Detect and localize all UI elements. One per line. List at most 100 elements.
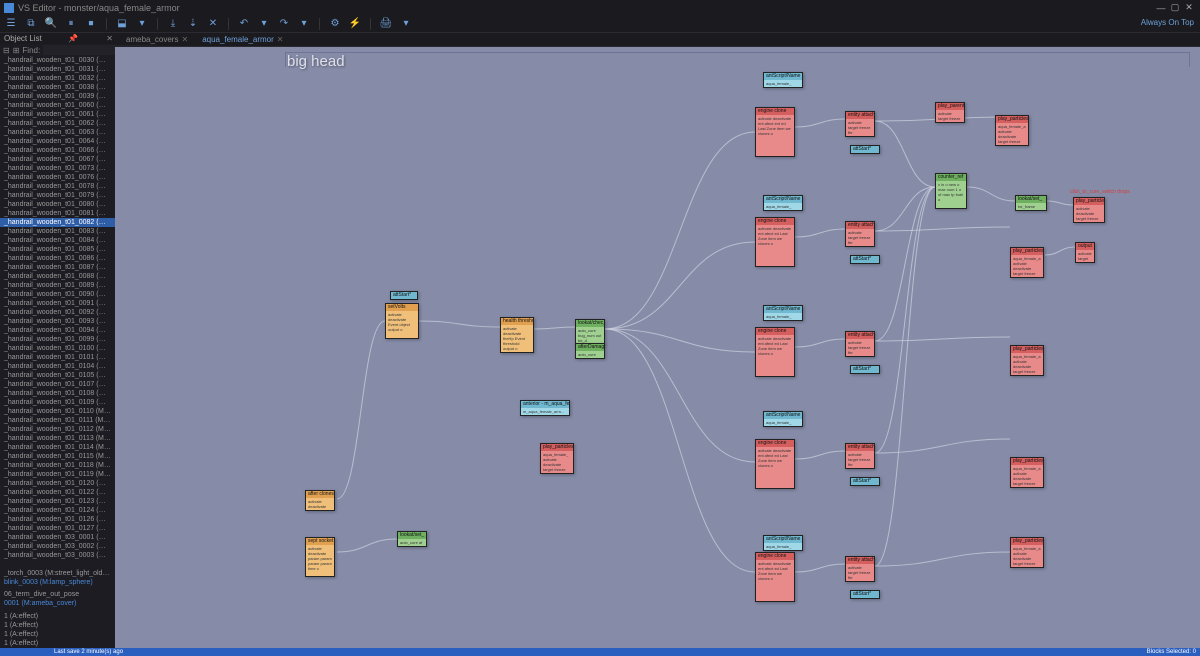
object-item[interactable]: _handrail_wooden_t01_0110 (M:wood... [0, 407, 115, 416]
object-item[interactable]: _torch_0003 (M:street_light_old_02) [0, 569, 115, 578]
object-item[interactable]: _handrail_wooden_t01_0108 (M:wood... [0, 389, 115, 398]
object-item[interactable]: _handrail_wooden_t01_0126 (M:wood... [0, 515, 115, 524]
toolbar-button[interactable]: ⏸ [64, 17, 78, 31]
object-item[interactable]: _handrail_wooden_t01_0078 (M:wood... [0, 182, 115, 191]
graph-node[interactable]: play_particlesaqua_female_a activate dea… [1010, 537, 1044, 568]
object-item[interactable]: _handrail_wooden_t01_0064 (M:wood... [0, 137, 115, 146]
object-item[interactable]: _handrail_wooden_t01_0030 (M:box_l) [0, 56, 115, 65]
graph-node[interactable]: engine cloneactivate deactivate ent afec… [755, 327, 795, 377]
object-item[interactable]: _handrail_wooden_t01_0109 (M:wood... [0, 398, 115, 407]
graph-node[interactable]: health thresholdactivate deactivate theH… [500, 317, 534, 353]
graph-node[interactable]: attStart* [850, 477, 880, 486]
object-item[interactable]: 06_term_dive_out_pose [0, 590, 115, 599]
graph-node[interactable]: attStart* [390, 291, 418, 300]
graph-node[interactable]: antScript/Nameaqua_female_ [763, 195, 803, 211]
object-item[interactable]: _handrail_wooden_t01_0104 (M:wood... [0, 362, 115, 371]
object-item[interactable]: _handrail_wooden_t01_0086 (M:wood... [0, 254, 115, 263]
object-item[interactable]: _handrail_wooden_t01_0113 (M:wood... [0, 434, 115, 443]
object-item-effect[interactable]: 1 (A:effect) [0, 621, 115, 630]
toolbar-button[interactable]: ⧉ [24, 17, 38, 31]
object-item-effect[interactable]: 1 (A:effect) [0, 639, 115, 648]
graph-node[interactable]: lookat/set_for_frame [1015, 195, 1047, 211]
graph-node[interactable]: entity attachactivate target freeze fbr [845, 331, 875, 357]
graph-node[interactable]: anterior - m_aqua_femal...m_aqua_female_… [520, 400, 570, 416]
object-item[interactable]: _handrail_wooden_t01_0090 (M:wood... [0, 290, 115, 299]
toolbar-button[interactable]: ☰ [4, 17, 18, 31]
tab-close-icon[interactable]: ✕ [277, 35, 284, 44]
expand-icon[interactable]: ⊞ [13, 46, 20, 55]
graph-node[interactable]: play_particlesaqua_female_a activate dea… [995, 115, 1029, 146]
object-item[interactable]: _handrail_wooden_t01_0112 (M:wood... [0, 425, 115, 434]
graph-node[interactable]: attStart* [850, 590, 880, 599]
toolbar-button[interactable]: ⇣ [186, 17, 200, 31]
graph-node[interactable]: lookat/set_auto_cure af [397, 531, 427, 547]
graph-node[interactable]: lookat/chec_auto_cure bug_num out be_d [575, 319, 605, 345]
object-item-link[interactable]: 0001 (M:ameba_cover) [0, 599, 115, 608]
collapse-icon[interactable]: ⊟ [3, 46, 10, 55]
graph-node[interactable]: play_particlesactivate deactivate target… [1073, 197, 1105, 223]
object-item-effect[interactable]: 1 (A:effect) [0, 612, 115, 621]
toolbar-button[interactable]: ⚙ [328, 17, 342, 31]
close-window-button[interactable]: ✕ [1182, 2, 1196, 13]
object-item[interactable]: _handrail_wooden_t01_0080 (M:wood... [0, 200, 115, 209]
graph-node[interactable]: entity attachactivate target freeze fbr [845, 556, 875, 582]
graph-node[interactable]: antScript/Nameaqua_female_ [763, 72, 803, 88]
object-item[interactable]: _handrail_wooden_t01_0123 (M:wood... [0, 497, 115, 506]
object-item[interactable]: _handrail_wooden_t01_0082 (M:wood... [0, 218, 115, 227]
object-item[interactable]: _handrail_wooden_t01_0124 (M:wood... [0, 506, 115, 515]
graph-node[interactable]: engine cloneactivate deactivate ent afec… [755, 107, 795, 157]
toolbar-button[interactable]: ✕ [206, 17, 220, 31]
graph-node[interactable]: engine cloneactivate deactivate ent afec… [755, 439, 795, 489]
object-item[interactable]: _handrail_wooden_t01_0063 (M:wood... [0, 128, 115, 137]
object-item[interactable]: _handrail_wooden_t01_0060 (M:wood... [0, 101, 115, 110]
graph-node[interactable]: antScript/Nameaqua_female_ [763, 305, 803, 321]
node-canvas[interactable]: big head click_to_cure_switch drops attS… [115, 47, 1200, 648]
tab-close-icon[interactable]: ✕ [181, 35, 188, 44]
object-item[interactable]: _handrail_wooden_t03_0003 (M:handr... [0, 551, 115, 560]
object-item[interactable]: _handrail_wooden_t01_0105 (M:wood... [0, 371, 115, 380]
object-item[interactable]: _handrail_wooden_t01_0087 (M:wood... [0, 263, 115, 272]
graph-node[interactable]: attStart* [850, 365, 880, 374]
object-list[interactable]: _handrail_wooden_t01_0030 (M:box_l) _hand… [0, 56, 115, 648]
object-item[interactable]: _handrail_wooden_t01_0039 (M:wood... [0, 92, 115, 101]
object-item[interactable]: _handrail_wooden_t01_0122 (M:wood... [0, 488, 115, 497]
object-item[interactable]: _handrail_wooden_t01_0107 (M:wood... [0, 380, 115, 389]
object-item[interactable]: _handrail_wooden_t01_0091 (M:wood... [0, 299, 115, 308]
graph-node[interactable]: engine cloneactivate deactivate ent afec… [755, 552, 795, 602]
always-on-top-toggle[interactable]: Always On Top [1141, 18, 1194, 27]
object-item-link[interactable]: blink_0003 (M:lamp_sphere) [0, 578, 115, 587]
object-item[interactable]: _handrail_wooden_t01_0094 (M:wood... [0, 326, 115, 335]
toolbar-button[interactable]: ⚡ [348, 17, 362, 31]
object-item[interactable]: _handrail_wooden_t01_0062 (M:wood... [0, 119, 115, 128]
graph-node[interactable]: entity attachactivate target freeze fbr [845, 111, 875, 137]
object-item[interactable]: _handrail_wooden_t01_0085 (M:wood... [0, 245, 115, 254]
panel-close-icon[interactable]: ✕ [106, 34, 113, 43]
object-item[interactable]: _handrail_wooden_t01_0120 (M:wood... [0, 479, 115, 488]
toolbar-button[interactable]: ↶ [237, 17, 251, 31]
object-item[interactable]: _handrail_wooden_t01_0076 (M:wood... [0, 173, 115, 182]
toolbar-button[interactable]: ⤓ [166, 17, 180, 31]
graph-node[interactable]: sept socketactivate deactivate param par… [305, 537, 335, 577]
object-item[interactable]: _handrail_wooden_t01_0084 (M:wood... [0, 236, 115, 245]
tab[interactable]: aqua_female_armor✕ [196, 34, 289, 45]
minimize-button[interactable]: — [1154, 3, 1168, 13]
graph-node[interactable]: play_particlesaqua_female_a activate dea… [1010, 457, 1044, 488]
graph-node[interactable]: entity attachactivate target freeze fbr [845, 221, 875, 247]
object-item[interactable]: _handrail_wooden_t01_0079 (M:wood... [0, 191, 115, 200]
object-item[interactable]: _handrail_wooden_t01_0119 (M:wood... [0, 470, 115, 479]
graph-node[interactable]: antScript/Nameaqua_female_ [763, 535, 803, 551]
graph-node[interactable]: setVoltsactivate deactivate Event object… [385, 303, 419, 339]
object-item[interactable]: _handrail_wooden_t01_0088 (M:wood... [0, 272, 115, 281]
graph-node[interactable]: counter_refx in o new o max num 1 o of m… [935, 173, 967, 209]
object-item[interactable]: _handrail_wooden_t01_0083 (M:wood... [0, 227, 115, 236]
object-item[interactable]: _handrail_wooden_t01_0081 (M:wood... [0, 209, 115, 218]
object-item[interactable]: _handrail_wooden_t01_0099 (M:wood... [0, 335, 115, 344]
object-item[interactable]: _handrail_wooden_t01_0032 (M:box_l) [0, 74, 115, 83]
object-item[interactable]: _handrail_wooden_t01_0100 (M:wood... [0, 344, 115, 353]
graph-node[interactable]: antScript/Nameaqua_female_ [763, 411, 803, 427]
graph-node[interactable]: afterDamage_auto_cure [575, 343, 605, 359]
maximize-button[interactable]: ▢ [1168, 2, 1182, 13]
panel-pin-icon[interactable]: 📌 [68, 34, 78, 43]
object-item[interactable]: _handrail_wooden_t01_0118 (M:wood... [0, 461, 115, 470]
object-item[interactable]: _handrail_wooden_t01_0093 (M:wood... [0, 317, 115, 326]
